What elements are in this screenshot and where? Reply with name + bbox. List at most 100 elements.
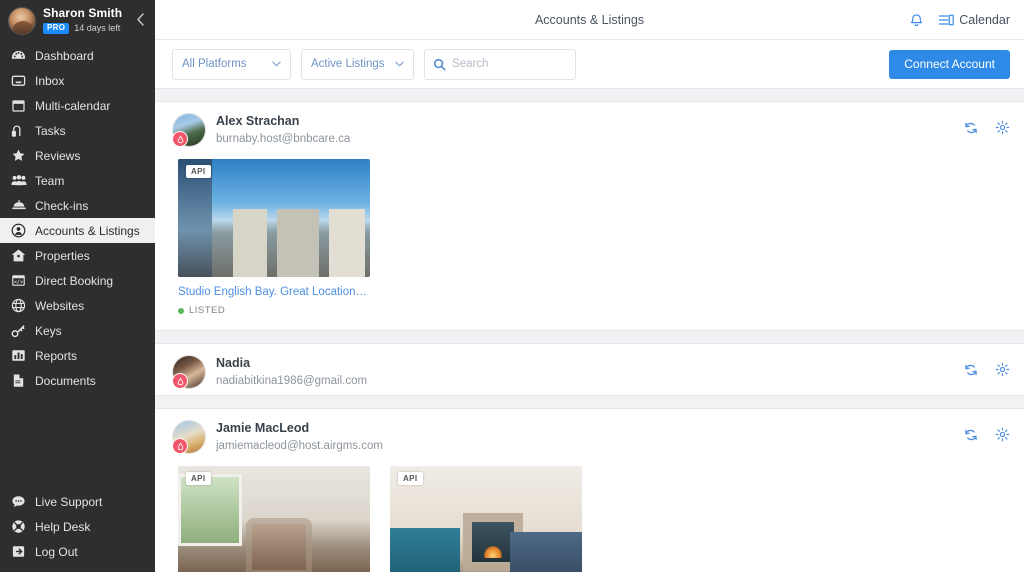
sidebar-item-inbox[interactable]: Inbox [0,68,155,93]
sidebar-item-dashboard[interactable]: Dashboard [0,43,155,68]
sidebar-item-label: Multi-calendar [35,99,110,113]
sidebar-item-label: Direct Booking [35,274,113,288]
sidebar-item-label: Reports [35,349,77,363]
chevron-left-icon[interactable] [131,10,149,28]
calendar-button[interactable]: Calendar [938,13,1010,27]
sidebar-item-team[interactable]: Team [0,168,155,193]
star-icon [10,147,27,164]
sync-icon[interactable] [964,121,978,135]
calendar-list-icon [938,13,954,27]
avatar [172,420,206,454]
sidebar-item-label: Inbox [35,74,64,88]
listing-title[interactable]: Studio English Bay. Great Location! ... [178,286,370,298]
avatar [8,7,36,35]
listing-photo: API [178,159,370,277]
top-bar: Accounts & Listings Calendar [155,0,1024,40]
sync-icon[interactable] [964,428,978,442]
sidebar-item-accounts-listings[interactable]: Accounts & Listings [0,218,155,243]
sidebar-bottom-nav: Live Support Help Desk Log Out [0,489,155,572]
listing-card[interactable]: API Studio English Bay. Great Location! … [178,159,370,316]
sidebar-item-label: Help Desk [35,520,90,534]
avatar [172,355,206,389]
user-name: Sharon Smith [43,7,122,20]
team-icon [10,172,27,189]
status-label: LISTED [189,305,225,316]
listing-filter-value: Active Listings [311,58,385,70]
home-icon [10,247,27,264]
calendar-icon [10,97,27,114]
sidebar-item-live-support[interactable]: Live Support [0,489,155,514]
sidebar-item-reports[interactable]: Reports [0,343,155,368]
account-info: Jamie MacLeod jamiemacleod@host.airgms.c… [216,421,383,453]
section-divider [155,395,1024,409]
search-input[interactable] [452,58,567,70]
account-actions [964,120,1010,135]
main-content: Accounts & Listings Calendar All Platfor… [155,0,1024,572]
sidebar-item-properties[interactable]: Properties [0,243,155,268]
app-root: Sharon Smith PRO 14 days left Dashboard [0,0,1024,572]
user-profile[interactable]: Sharon Smith PRO 14 days left [0,0,155,41]
listing-status: LISTED [178,305,370,316]
globe-icon [10,297,27,314]
platform-filter-value: All Platforms [182,58,247,70]
sidebar-item-label: Accounts & Listings [35,224,140,238]
account-email: jamiemacleod@host.airgms.com [216,439,383,453]
svg-text:</>: </> [14,279,23,285]
account-actions [964,427,1010,442]
account-email: nadiabitkina1986@gmail.com [216,374,367,388]
sidebar-item-label: Live Support [35,495,102,509]
sidebar-item-reviews[interactable]: Reviews [0,143,155,168]
account-section: Nadia nadiabitkina1986@gmail.com [155,344,1024,395]
sidebar-item-log-out[interactable]: Log Out [0,539,155,564]
chat-bubble-icon [10,493,27,510]
account-header[interactable]: Alex Strachan burnaby.host@bnbcare.ca [172,102,1010,153]
account-header[interactable]: Nadia nadiabitkina1986@gmail.com [172,344,1010,395]
chevron-down-icon [272,59,281,69]
key-icon [10,322,27,339]
sidebar-item-keys[interactable]: Keys [0,318,155,343]
listing-filter-select[interactable]: Active Listings [301,49,414,80]
bell-icon[interactable] [909,12,924,28]
gear-icon[interactable] [995,120,1010,135]
pro-badge: PRO [43,23,69,34]
account-name: Jamie MacLeod [216,421,383,437]
account-name: Nadia [216,356,367,372]
listing-card[interactable]: API [178,466,370,572]
bar-chart-icon [10,347,27,364]
sidebar-item-label: Check-ins [35,199,88,213]
top-bar-actions: Calendar [909,12,1024,28]
sidebar-item-label: Keys [35,324,62,338]
section-divider [155,330,1024,344]
listing-card[interactable]: API [390,466,582,572]
sidebar-item-documents[interactable]: Documents [0,368,155,393]
airbnb-badge-icon [172,131,188,147]
account-header[interactable]: Jamie MacLeod jamiemacleod@host.airgms.c… [172,409,1010,460]
sidebar-item-label: Reviews [35,149,80,163]
account-section: Alex Strachan burnaby.host@bnbcare.ca [155,102,1024,330]
listing-photo: API [390,466,582,572]
avatar [172,113,206,147]
accounts-list: Alex Strachan burnaby.host@bnbcare.ca [155,88,1024,572]
sidebar-item-direct-booking[interactable]: </> Direct Booking [0,268,155,293]
sidebar-item-label: Properties [35,249,90,263]
tasks-icon [10,122,27,139]
listings-grid: API Studio English Bay. Great Location! … [172,153,1010,330]
gear-icon[interactable] [995,362,1010,377]
chevron-down-icon [395,59,404,69]
search-container[interactable] [424,49,576,80]
sidebar-item-tasks[interactable]: Tasks [0,118,155,143]
account-section: Jamie MacLeod jamiemacleod@host.airgms.c… [155,409,1024,572]
photo-detail [472,522,514,562]
platform-filter-select[interactable]: All Platforms [172,49,291,80]
account-circle-icon [10,222,27,239]
sidebar-item-websites[interactable]: Websites [0,293,155,318]
sync-icon[interactable] [964,363,978,377]
sidebar-item-multi-calendar[interactable]: Multi-calendar [0,93,155,118]
gear-icon[interactable] [995,427,1010,442]
sidebar-item-help-desk[interactable]: Help Desk [0,514,155,539]
sidebar-item-label: Log Out [35,545,78,559]
connect-account-button[interactable]: Connect Account [889,50,1010,79]
account-info: Nadia nadiabitkina1986@gmail.com [216,356,367,388]
sidebar-item-check-ins[interactable]: Check-ins [0,193,155,218]
checkin-bell-icon [10,197,27,214]
